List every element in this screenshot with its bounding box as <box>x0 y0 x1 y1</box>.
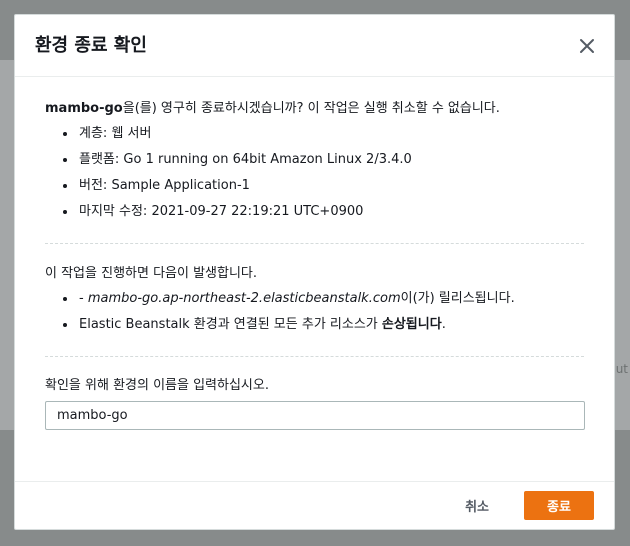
environment-url: mambo-go.ap-northeast-2.elasticbeanstalk… <box>87 291 401 306</box>
detail-version: 버전: Sample Application-1 <box>63 177 584 195</box>
consequence-bold: 손상됩니다 <box>381 317 442 332</box>
background-text: ut <box>615 362 628 376</box>
detail-label: 플랫폼: <box>79 152 124 167</box>
detail-value: 2021-09-27 22:19:21 UTC+0900 <box>151 204 364 219</box>
detail-platform: 플랫폼: Go 1 running on 64bit Amazon Linux … <box>63 151 584 169</box>
close-button[interactable] <box>574 33 600 59</box>
close-icon <box>580 39 594 53</box>
dialog-header: 환경 종료 확인 <box>15 15 614 77</box>
terminate-button[interactable]: 종료 <box>524 491 594 520</box>
dialog-title: 환경 종료 확인 <box>35 35 147 56</box>
detail-value: Sample Application-1 <box>111 178 250 193</box>
consequences-lead: 이 작업을 진행하면 다음이 발생합니다. <box>45 266 258 281</box>
environment-name: mambo-go <box>45 101 123 116</box>
detail-tier: 계층: 웹 서버 <box>63 125 584 143</box>
consequence-text: Elastic Beanstalk 환경과 연결된 모든 추가 리소스가 <box>79 317 382 332</box>
consequence-prefix: - <box>79 291 88 306</box>
warning-text: 을(를) 영구히 종료하시겠습니까? 이 작업은 실행 취소할 수 없습니다. <box>122 101 500 116</box>
cancel-button[interactable]: 취소 <box>465 496 489 515</box>
dialog-footer: 취소 종료 <box>15 481 614 529</box>
detail-value: 웹 서버 <box>111 126 152 141</box>
confirm-label: 확인을 위해 환경의 이름을 입력하십시오. <box>45 378 269 393</box>
consequence-url-release: - mambo-go.ap-northeast-2.elasticbeansta… <box>63 290 584 308</box>
detail-label: 계층: <box>79 126 112 141</box>
detail-label: 버전: <box>79 178 112 193</box>
environment-name-input[interactable] <box>45 401 585 430</box>
environment-summary: mambo-go을(를) 영구히 종료하시겠습니까? 이 작업은 실행 취소할 … <box>45 77 584 244</box>
detail-last-modified: 마지막 수정: 2021-09-27 22:19:21 UTC+0900 <box>63 203 584 221</box>
terminate-warning: mambo-go을(를) 영구히 종료하시겠습니까? 이 작업은 실행 취소할 … <box>45 100 584 118</box>
dialog-body: mambo-go을(를) 영구히 종료하시겠습니까? 이 작업은 실행 취소할 … <box>15 77 614 444</box>
consequences-list: - mambo-go.ap-northeast-2.elasticbeansta… <box>45 290 584 334</box>
consequence-resources-destroyed: Elastic Beanstalk 환경과 연결된 모든 추가 리소스가 손상됩… <box>63 316 584 334</box>
terminate-environment-dialog: 환경 종료 확인 mambo-go을(를) 영구히 종료하시겠습니까? 이 작업… <box>14 14 615 530</box>
detail-value: Go 1 running on 64bit Amazon Linux 2/3.4… <box>123 152 412 167</box>
detail-label: 마지막 수정: <box>79 204 152 219</box>
confirm-section: 확인을 위해 환경의 이름을 입력하십시오. <box>45 357 585 444</box>
consequences-section: 이 작업을 진행하면 다음이 발생합니다. - mambo-go.ap-nort… <box>45 244 584 357</box>
environment-details: 계층: 웹 서버 플랫폼: Go 1 running on 64bit Amaz… <box>45 125 584 221</box>
consequence-suffix: 이(가) 릴리스됩니다. <box>400 291 515 306</box>
consequence-end: . <box>441 317 446 332</box>
